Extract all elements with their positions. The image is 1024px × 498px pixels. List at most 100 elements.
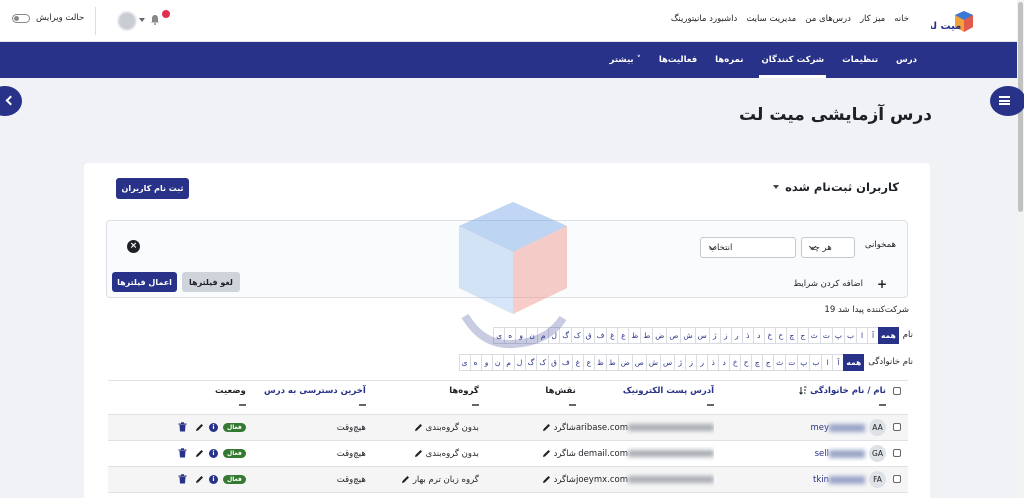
- firstname-letter-24[interactable]: ف: [593, 327, 608, 344]
- trash-icon[interactable]: [178, 448, 187, 458]
- page-scrollbar[interactable]: [1017, 0, 1024, 498]
- roles-cell: شاگرد: [478, 414, 576, 441]
- row-select-cell: [886, 466, 908, 493]
- tab-grades[interactable]: نمره‌ها: [715, 42, 743, 78]
- filter-type-select[interactable]: انتخاب: [700, 237, 796, 258]
- column-collapse-icon[interactable]: [358, 404, 366, 406]
- page-title: درس آزمایشی میت لت: [739, 105, 932, 125]
- pencil-icon[interactable]: [195, 475, 204, 484]
- row-select-cell: [886, 414, 908, 441]
- role-value: شاگرد: [553, 448, 576, 459]
- pencil-icon[interactable]: [414, 449, 423, 458]
- apply-filters-button[interactable]: اعمال فیلترها: [112, 272, 177, 292]
- enrolled-users-heading[interactable]: کاربران ثبت‌نام شده: [773, 180, 899, 194]
- participants-table: نام / نام خانوادگی آدرس پست الکترونیک نق…: [108, 380, 908, 493]
- match-label: همخوانی: [864, 240, 896, 250]
- info-icon[interactable]: i: [209, 474, 219, 484]
- col-groups: گروه‌ها: [365, 380, 479, 415]
- lastname-letter-18[interactable]: ص: [631, 354, 647, 371]
- email-sort-link[interactable]: آدرس پست الکترونیک: [623, 386, 714, 396]
- course-index-drawer-toggle[interactable]: [0, 86, 22, 116]
- redacted-email: [628, 449, 714, 457]
- col-email[interactable]: آدرس پست الکترونیک: [575, 380, 714, 415]
- lastname-letter-16[interactable]: س: [660, 354, 676, 371]
- user-profile-link[interactable]: tkin: [813, 475, 865, 485]
- firstname-letter-all[interactable]: همه: [878, 327, 899, 344]
- user-avatar[interactable]: [118, 12, 136, 30]
- site-logo[interactable]: میت لت: [923, 7, 979, 35]
- row-checkbox[interactable]: [893, 449, 901, 457]
- status-badge: فعال: [223, 422, 246, 432]
- nav-dashboard[interactable]: میز کار: [860, 14, 885, 24]
- column-collapse-icon[interactable]: [879, 404, 886, 406]
- col-name[interactable]: نام / نام خانوادگی: [714, 380, 886, 415]
- nav-monitoring-dashboard[interactable]: داشبورد مانیتورینگ: [671, 14, 738, 24]
- pencil-icon[interactable]: [195, 423, 204, 432]
- tab-activities[interactable]: فعالیت‌ها: [659, 42, 697, 78]
- user-email-tail: demail.com: [578, 448, 628, 459]
- status-badge: فعال: [223, 474, 246, 484]
- pencil-icon[interactable]: [195, 449, 204, 458]
- lastname-letter-19[interactable]: ض: [617, 354, 633, 371]
- info-icon[interactable]: i: [209, 448, 219, 458]
- user-initials-avatar: AA: [869, 419, 886, 436]
- pencil-icon[interactable]: [542, 475, 551, 484]
- col-last-access[interactable]: آخرین دسترسی به درس: [245, 380, 366, 415]
- column-collapse-icon[interactable]: [568, 404, 576, 406]
- lastname-letter-17[interactable]: ش: [645, 354, 661, 371]
- col-status: وضعیت: [108, 380, 246, 415]
- status-header: وضعیت: [215, 386, 246, 396]
- tab-course[interactable]: درس: [896, 42, 917, 78]
- column-collapse-icon[interactable]: [471, 404, 479, 406]
- lastname-letter-all[interactable]: همه: [843, 354, 865, 371]
- enrol-users-button[interactable]: ثبت نام کاربران: [116, 178, 189, 199]
- select-all-checkbox[interactable]: [893, 386, 901, 395]
- enrolled-users-label: کاربران ثبت‌نام شده: [785, 180, 899, 194]
- pencil-icon[interactable]: [542, 449, 551, 458]
- groups-cell: گروه زبان ترم بهار: [365, 466, 479, 493]
- user-profile-link[interactable]: mey: [810, 423, 865, 433]
- edit-mode-switch[interactable]: حالت ویرایش: [12, 13, 84, 23]
- pencil-icon[interactable]: [401, 475, 410, 484]
- column-collapse-icon[interactable]: [707, 404, 714, 406]
- email-cell: aribase.com: [575, 414, 714, 441]
- trash-icon[interactable]: [178, 422, 187, 432]
- pencil-icon[interactable]: [414, 423, 423, 432]
- block-drawer-toggle[interactable]: [990, 86, 1024, 116]
- tab-more[interactable]: بیشتر ˅: [610, 42, 641, 78]
- tab-participants[interactable]: شرکت کنندگان: [759, 42, 826, 78]
- firstname-letter-19[interactable]: ض: [652, 327, 668, 344]
- firstname-letter-16[interactable]: س: [694, 327, 710, 344]
- clear-filters-button[interactable]: لغو فیلترها: [182, 272, 240, 292]
- name-sort-link[interactable]: نام / نام خانوادگی: [810, 386, 886, 396]
- role-value: شاگرد: [553, 474, 576, 485]
- add-condition-label: اضافه کردن شرایط: [793, 279, 863, 289]
- group-value: گروه زبان ترم بهار: [412, 474, 479, 485]
- nav-site-admin[interactable]: مدیریت سایت: [746, 14, 796, 24]
- nav-home[interactable]: خانه: [894, 14, 909, 24]
- tab-settings[interactable]: تنظیمات: [842, 42, 878, 78]
- last-access-sort-link[interactable]: آخرین دسترسی به درس: [264, 386, 366, 396]
- table-row: GA sell demail.com شاگرد بدون گروه‌بندی ه…: [108, 440, 908, 467]
- remove-condition-icon[interactable]: ×: [127, 240, 140, 253]
- lastname-letter-24[interactable]: ف: [559, 354, 573, 371]
- name-cell: GA sell: [714, 440, 886, 467]
- trash-icon[interactable]: [178, 474, 187, 484]
- info-icon[interactable]: i: [209, 422, 219, 432]
- user-name-tail: sell: [814, 449, 829, 459]
- row-checkbox[interactable]: [893, 475, 901, 483]
- col-roles: نقش‌ها: [478, 380, 576, 415]
- match-select[interactable]: هر چه: [801, 237, 855, 258]
- add-condition-button[interactable]: + اضافه کردن شرایط: [793, 277, 887, 291]
- nav-my-courses[interactable]: درس‌های من: [805, 14, 851, 24]
- firstname-letter-18[interactable]: ص: [666, 327, 682, 344]
- column-collapse-icon[interactable]: [238, 404, 246, 406]
- status-badge: فعال: [223, 448, 246, 458]
- row-checkbox[interactable]: [893, 423, 901, 431]
- toggle-switch[interactable]: [12, 13, 30, 23]
- pencil-icon[interactable]: [542, 423, 551, 432]
- chevron-down-icon[interactable]: [139, 18, 145, 22]
- bell-icon[interactable]: [150, 14, 160, 25]
- user-profile-link[interactable]: sell: [815, 449, 865, 459]
- firstname-letter-17[interactable]: ش: [680, 327, 696, 344]
